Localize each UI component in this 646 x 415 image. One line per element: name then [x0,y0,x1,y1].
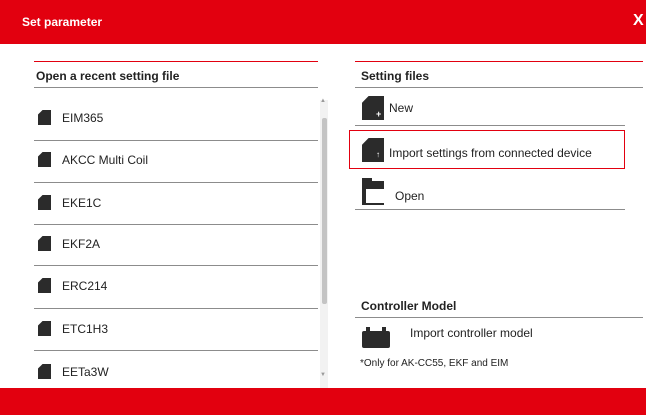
import-controller-model-button[interactable]: Import controller model [355,322,625,352]
upload-arrow-icon: ↑ [376,150,380,159]
recent-file-label: AKCC Multi Coil [62,153,149,167]
open-label: Open [395,189,425,203]
recent-file-label: EKF2A [62,237,101,251]
setting-files-top-rule [355,61,643,62]
controller-model-heading: Controller Model [361,299,457,313]
import-settings-label: Import settings from connected device [389,146,592,160]
recent-file-item[interactable]: ETC1H3 [34,312,318,352]
item-divider [34,350,318,351]
recent-file-item[interactable]: AKCC Multi Coil [34,143,318,183]
recent-file-label: EKE1C [62,196,102,210]
file-icon [38,321,51,336]
recent-file-label: EIM365 [62,111,104,125]
recent-file-item[interactable]: EIM365 [34,101,318,141]
recent-heading-rule [34,87,318,88]
file-icon [38,110,51,125]
open-button[interactable]: Open [355,176,625,210]
controller-icon [362,331,390,348]
file-icon [38,278,51,293]
item-divider [34,182,318,183]
window-title: Set parameter [22,15,103,29]
scroll-down-icon[interactable]: ▼ [320,372,326,378]
recent-file-label: EETa3W [62,365,109,379]
recent-file-item[interactable]: ERC214 [34,269,318,309]
recent-top-rule [34,61,318,62]
file-icon [38,195,51,210]
file-icon [38,152,51,167]
import-file-icon [362,138,384,162]
recent-file-item[interactable]: EKE1C [34,186,318,226]
controller-heading-rule [355,317,643,318]
import-controller-label: Import controller model [410,326,533,340]
action-divider [355,209,625,210]
controller-footnote: *Only for AK-CC55, EKF and EIM [360,358,509,369]
recent-file-label: ERC214 [62,279,108,293]
scroll-up-icon[interactable]: ▲ [320,98,326,104]
item-divider [34,140,318,141]
recent-scrollbar-thumb[interactable] [322,118,327,304]
action-divider [355,125,625,126]
setting-files-heading-rule [355,87,643,88]
item-divider [34,224,318,225]
folder-icon-front [366,189,384,203]
recent-file-label: ETC1H3 [62,322,109,336]
import-settings-button[interactable]: ↑ Import settings from connected device [351,132,623,167]
recent-file-item[interactable]: EKF2A [34,227,318,267]
setting-files-heading: Setting files [361,69,430,83]
file-icon [38,364,51,379]
new-label: New [389,101,414,115]
item-divider [34,265,318,266]
plus-icon: + [376,109,382,119]
file-icon [38,236,51,251]
item-divider [34,308,318,309]
bottom-bar [0,388,646,415]
recent-files-heading: Open a recent setting file [36,69,180,83]
title-bar: Set parameter X [0,0,646,44]
close-button[interactable]: X [633,12,644,30]
new-button[interactable]: + New [355,92,625,126]
